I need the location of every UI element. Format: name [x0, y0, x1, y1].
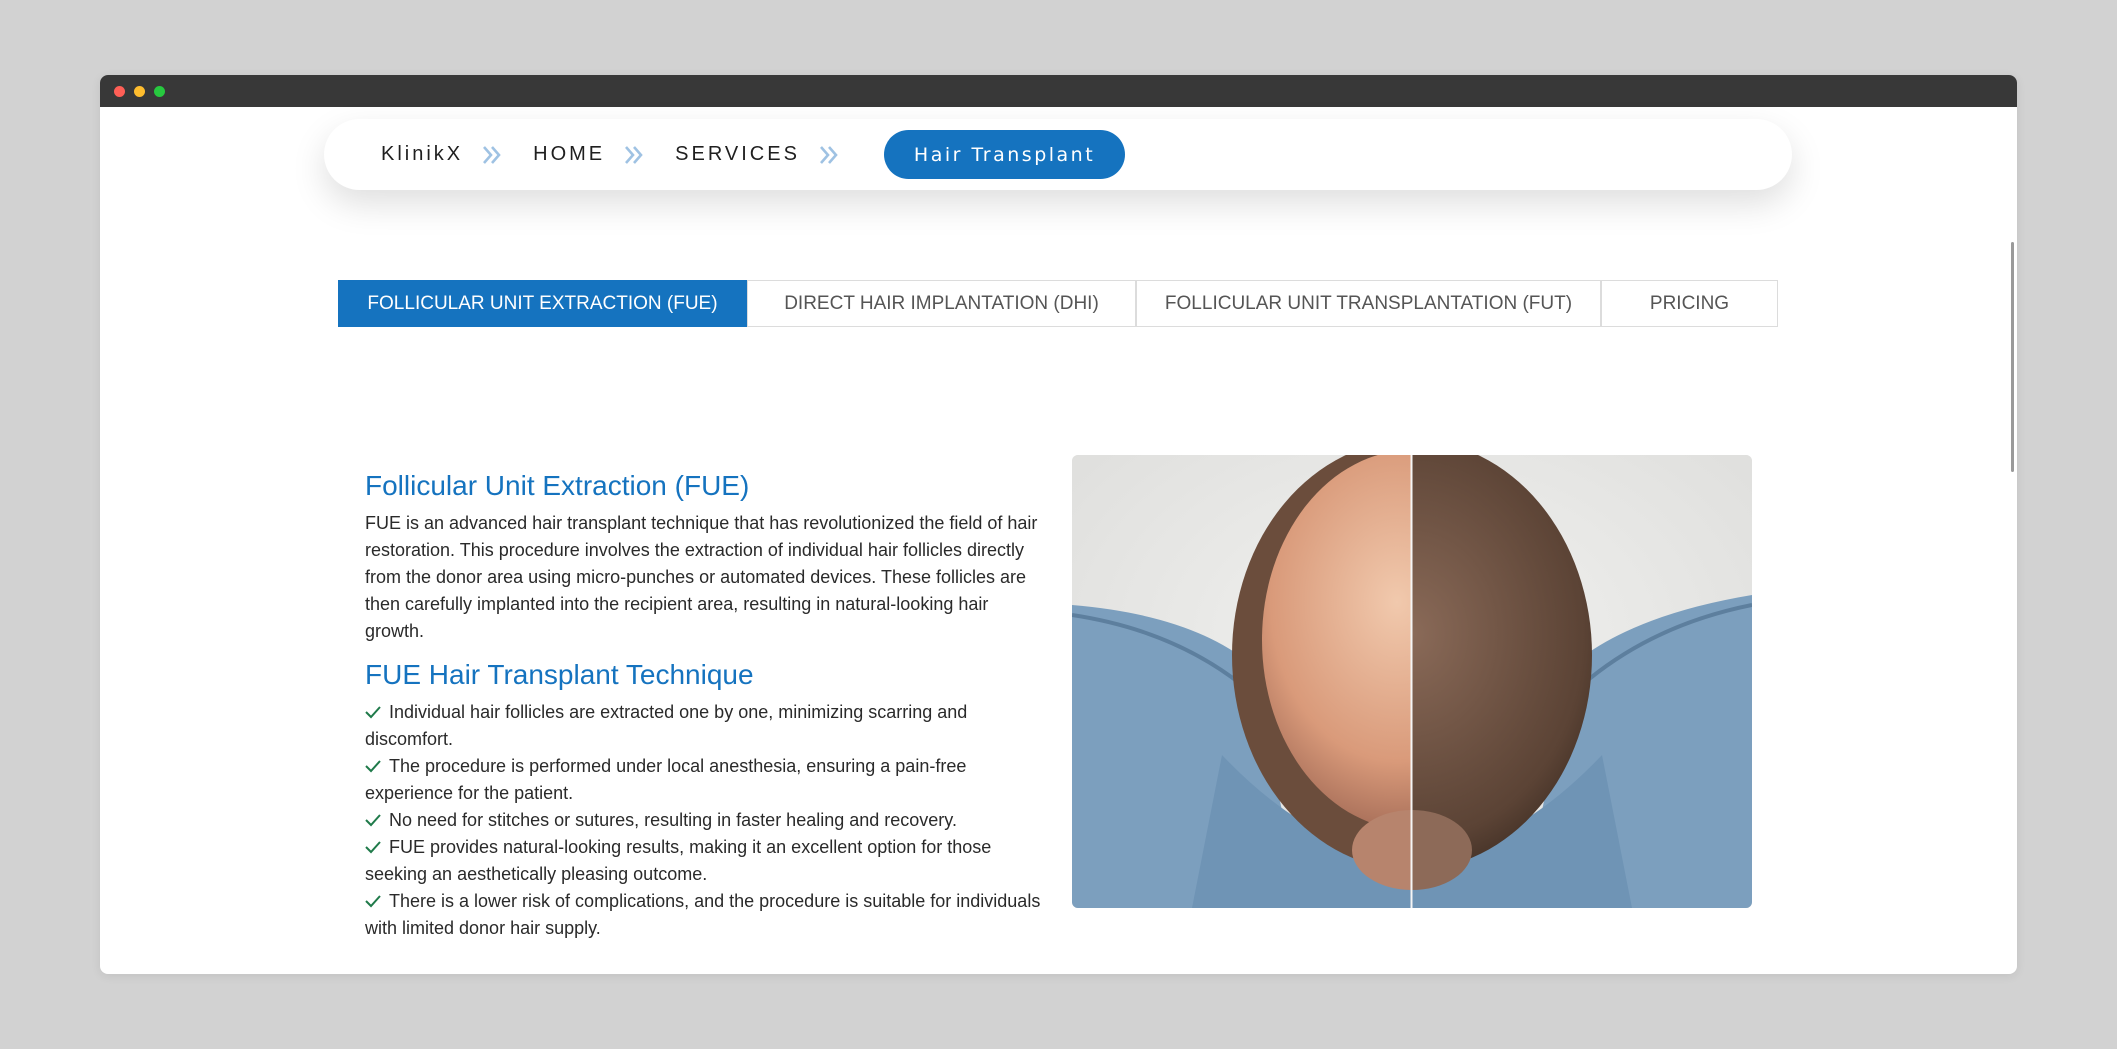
- double-chevron-right-icon: [481, 144, 503, 166]
- list-item-text: Individual hair follicles are extracted …: [365, 702, 968, 749]
- list-item: The procedure is performed under local a…: [365, 753, 1045, 807]
- procedure-tabs: FOLLICULAR UNIT EXTRACTION (FUE) DIRECT …: [338, 280, 1778, 327]
- technique-list: Individual hair follicles are extracted …: [365, 699, 1045, 942]
- list-item: No need for stitches or sutures, resulti…: [365, 807, 1045, 834]
- window-titlebar: [100, 75, 2017, 107]
- list-item: There is a lower risk of complications, …: [365, 888, 1045, 942]
- close-window-button[interactable]: [114, 86, 125, 97]
- breadcrumb: KlinikX HOME SERVICES Hair Transplant: [324, 119, 1792, 190]
- breadcrumb-item-home[interactable]: HOME: [533, 143, 605, 166]
- list-item-text: FUE provides natural-looking results, ma…: [365, 837, 992, 884]
- tab-dhi[interactable]: DIRECT HAIR IMPLANTATION (DHI): [747, 280, 1136, 327]
- minimize-window-button[interactable]: [134, 86, 145, 97]
- list-item: Individual hair follicles are extracted …: [365, 699, 1045, 753]
- tab-fut[interactable]: FOLLICULAR UNIT TRANSPLANTATION (FUT): [1136, 280, 1601, 327]
- check-icon: [365, 814, 381, 827]
- check-icon: [365, 841, 381, 854]
- article-intro: FUE is an advanced hair transplant techn…: [365, 513, 1038, 641]
- list-item-text: The procedure is performed under local a…: [365, 756, 967, 803]
- maximize-window-button[interactable]: [154, 86, 165, 97]
- list-item-text: There is a lower risk of complications, …: [365, 891, 1041, 938]
- breadcrumb-item-klinikx[interactable]: KlinikX: [381, 143, 463, 166]
- tab-pricing[interactable]: PRICING: [1601, 280, 1778, 327]
- double-chevron-right-icon: [818, 144, 840, 166]
- article-title: Follicular Unit Extraction (FUE): [365, 470, 750, 501]
- article-content: Follicular Unit Extraction (FUE) FUE is …: [365, 470, 1045, 942]
- check-icon: [365, 895, 381, 908]
- scrollbar-thumb[interactable]: [2011, 242, 2014, 472]
- before-after-photo: [1072, 455, 1752, 908]
- browser-window: KlinikX HOME SERVICES Hair Transplant FO…: [100, 75, 2017, 974]
- list-item: FUE provides natural-looking results, ma…: [365, 834, 1045, 888]
- check-icon: [365, 760, 381, 773]
- double-chevron-right-icon: [623, 144, 645, 166]
- breadcrumb-item-current[interactable]: Hair Transplant: [883, 130, 1126, 179]
- list-item-text: No need for stitches or sutures, resulti…: [389, 810, 957, 830]
- check-icon: [365, 706, 381, 719]
- breadcrumb-item-services[interactable]: SERVICES: [675, 143, 800, 166]
- technique-heading: FUE Hair Transplant Technique: [365, 659, 754, 690]
- page-scrollbar[interactable]: [2005, 107, 2017, 974]
- tab-fue[interactable]: FOLLICULAR UNIT EXTRACTION (FUE): [338, 280, 747, 327]
